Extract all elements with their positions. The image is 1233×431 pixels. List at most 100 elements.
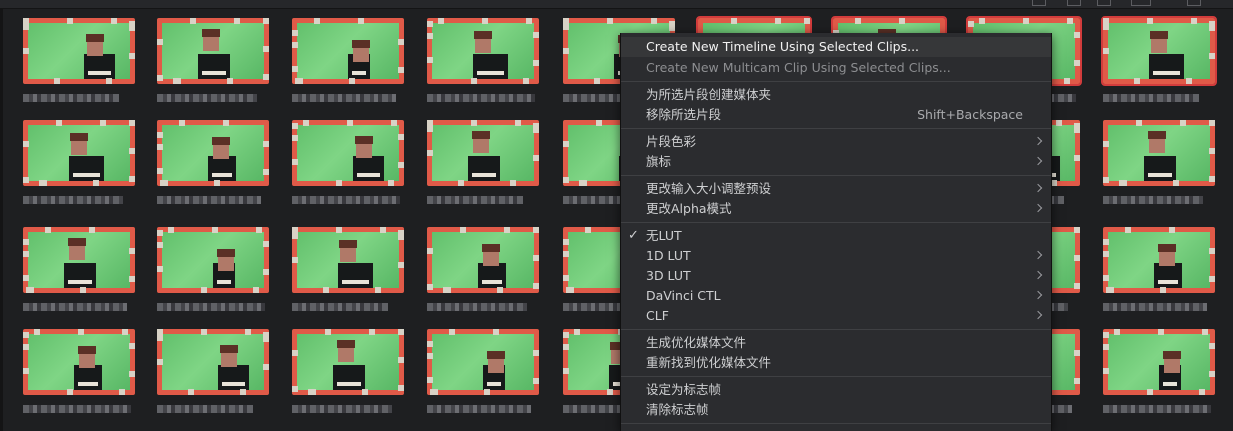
menu-item-input-sizing[interactable]: 更改输入大小调整预设 [621,179,1051,199]
pixel-speck [157,75,163,81]
clip-image [23,120,135,186]
clip-image [427,120,539,186]
menu-item-flags[interactable]: 旗标 [621,152,1051,172]
pixel-speck [504,227,510,233]
pixel-speck [201,287,207,293]
person-shirt [357,172,380,177]
clip-thumbnail[interactable] [23,329,139,429]
clip-thumbnail[interactable] [157,120,273,220]
pixel-speck [651,18,657,24]
pixel-speck [263,74,269,80]
pixel-speck [607,18,613,24]
menu-item-clf[interactable]: CLF [621,306,1051,326]
pixel-speck [375,287,381,293]
pixel-speck [493,329,499,335]
clip-thumbnail[interactable] [1103,227,1219,327]
clip-thumbnail[interactable] [157,227,273,327]
menu-item-label: 旗标 [646,154,672,169]
pixel-speck [56,120,62,126]
menu-item-create-bin[interactable]: 为所选片段创建媒体夹 [621,85,1051,105]
pixel-speck [23,48,29,54]
menu-separator [621,175,1051,176]
menu-item-1d-lut[interactable]: 1D LUT [621,246,1051,266]
person-hair [336,339,355,348]
clip-thumbnail[interactable] [157,329,273,429]
clip-image [1103,329,1215,395]
menu-item-label: 设定为标志帧 [646,382,722,397]
clip-image [23,18,135,84]
clip-name-blurred [1103,303,1207,311]
pixel-speck [80,287,86,293]
pixel-speck [129,276,135,282]
pixel-speck [201,329,207,335]
pixel-speck [427,126,433,132]
clip-name-blurred [157,196,261,204]
clip-thumbnail[interactable] [157,18,273,118]
pixel-speck [563,24,569,30]
person-body [467,155,501,181]
pixel-speck [1074,283,1080,289]
pixel-speck [510,180,516,186]
menu-item-create-multicam[interactable]: Create New Multicam Clip Using Selected … [621,58,1051,78]
clip-thumbnail[interactable] [427,227,543,327]
pixel-speck [1074,123,1080,129]
person-head [68,243,85,260]
pixel-speck [427,33,433,39]
clip-thumbnail[interactable] [1103,120,1219,220]
pixel-speck [157,230,163,236]
person-hair [487,350,506,359]
pixel-speck [1074,60,1080,66]
pixel-speck [471,120,477,126]
menu-item-clip-color[interactable]: 片段色彩 [621,132,1051,152]
menu-item-remove-clips[interactable]: 移除所选片段 Shift+Backspace [621,105,1051,125]
pixel-speck [533,60,539,66]
checkmark-icon: ✓ [628,228,639,243]
pixel-speck [1202,329,1208,335]
menu-item-relink-optimized[interactable]: 重新找到优化媒体文件 [621,353,1051,373]
clip-thumbnail[interactable] [292,329,408,429]
pixel-speck [398,329,404,335]
pixel-speck [362,389,368,395]
menu-item-create-timeline[interactable]: Create New Timeline Using Selected Clips… [621,37,1051,57]
menu-item-3d-lut[interactable]: 3D LUT [621,266,1051,286]
clip-thumbnail[interactable] [292,18,408,118]
clip-thumbnail[interactable] [427,18,543,118]
menu-item-set-poster-frame[interactable]: 设定为标志帧 [621,380,1051,400]
clip-thumbnail[interactable] [292,120,408,220]
menu-separator [621,376,1051,377]
pixel-speck [1103,239,1109,245]
chevron-right-icon [1033,156,1043,166]
pixel-speck [173,78,179,84]
clip-thumbnail[interactable] [427,120,543,220]
pixel-speck [129,248,135,254]
clip-thumbnail[interactable] [23,227,139,327]
pixel-speck [1199,389,1205,395]
pixel-speck [533,378,539,384]
clip-name-blurred [1103,196,1203,204]
person-hair [86,34,105,43]
pixel-speck [563,275,569,281]
menu-item-clear-poster-frame[interactable]: 清除标志帧 [621,400,1051,420]
clip-thumbnail[interactable] [1101,16,1219,118]
pixel-speck [563,141,569,147]
pixel-speck [1169,227,1175,233]
person-hair [67,237,86,246]
clip-thumbnail[interactable] [292,227,408,327]
clip-image [157,227,269,293]
pixel-speck [23,344,29,350]
pixel-speck [245,329,251,335]
pixel-speck [1114,329,1120,335]
pixel-speck [67,18,73,24]
menu-item-alpha-mode[interactable]: 更改Alpha模式 [621,199,1051,219]
clip-thumbnail[interactable] [23,18,139,118]
clip-thumbnail[interactable] [23,120,139,220]
clip-thumbnail[interactable] [1103,329,1219,429]
clip-thumbnail[interactable] [427,329,543,429]
pixel-speck [1074,155,1080,161]
pixel-speck [292,350,298,356]
menu-item-generate-optimized[interactable]: 生成优化媒体文件 [621,333,1051,353]
menu-item-no-lut[interactable]: ✓ 无LUT [621,226,1051,246]
person-body [68,155,105,181]
pixel-speck [515,120,521,126]
menu-item-davinci-ctl[interactable]: DaVinci CTL [621,286,1051,306]
